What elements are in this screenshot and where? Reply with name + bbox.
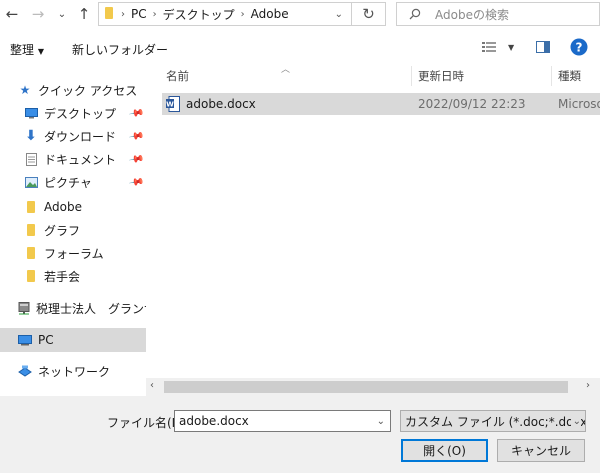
nav-item-young-members[interactable]: 若手会	[0, 265, 146, 287]
nav-item-graph[interactable]: グラフ	[0, 219, 146, 241]
folder-icon	[24, 200, 38, 214]
refresh-button[interactable]: ↻	[352, 2, 386, 26]
help-button[interactable]: ?	[570, 38, 588, 56]
details-view-icon	[482, 41, 496, 53]
file-date: 2022/09/12 22:23	[418, 97, 526, 111]
horizontal-scrollbar[interactable]: ‹ ›	[146, 378, 600, 396]
word-document-icon: W	[166, 96, 180, 112]
nav-item-documents[interactable]: ドキュメント 📌	[0, 148, 146, 170]
pin-icon[interactable]: 📌	[128, 128, 145, 144]
caret-down-icon: ▼	[37, 47, 44, 56]
column-header-type[interactable]: 種類	[558, 64, 581, 88]
network-drive-icon	[18, 301, 30, 315]
chevron-right-icon: ›	[152, 8, 157, 20]
organize-button[interactable]: 整理 ▼	[10, 41, 44, 58]
scroll-right-icon[interactable]: ›	[586, 380, 590, 391]
folder-icon	[24, 246, 38, 260]
folder-icon	[24, 223, 38, 237]
help-icon: ?	[570, 38, 588, 56]
breadcrumb-desktop[interactable]: デスクトップ	[159, 6, 239, 23]
nav-item-pictures[interactable]: ピクチャ 📌	[0, 171, 146, 193]
command-bar: 整理 ▼ 新しいフォルダー ▼ ?	[0, 32, 600, 64]
address-bar[interactable]: › PC › デスクトップ › Adobe ⌄	[98, 2, 352, 26]
filename-input[interactable]: adobe.docx ⌄	[174, 410, 391, 432]
picture-icon	[24, 175, 38, 189]
navigation-pane: ★ クイック アクセス デスクトップ 📌 ⬇ ダウンロード 📌 ドキュメント 📌…	[0, 64, 146, 384]
address-dropdown-icon[interactable]: ⌄	[335, 9, 343, 20]
desktop-icon	[24, 106, 38, 120]
column-header-name[interactable]: 名前	[166, 64, 189, 88]
nav-item-downloads[interactable]: ⬇ ダウンロード 📌	[0, 125, 146, 147]
arrow-up-icon: ↑	[77, 5, 91, 23]
file-list: ︿ 名前 更新日時 種類 W adobe.docx 2022/09/12 22:…	[146, 64, 600, 384]
cancel-button[interactable]: キャンセル	[497, 439, 585, 462]
scroll-left-icon[interactable]: ‹	[150, 380, 154, 391]
pin-icon[interactable]: 📌	[128, 174, 145, 190]
search-box[interactable]: Adobeの検索	[396, 2, 600, 26]
file-type: Microso	[558, 97, 600, 111]
chevron-down-icon: ⌄	[570, 415, 581, 427]
document-icon	[24, 152, 38, 166]
refresh-icon: ↻	[362, 5, 375, 23]
table-row[interactable]: W adobe.docx 2022/09/12 22:23 Microso	[162, 93, 600, 115]
scrollbar-thumb[interactable]	[164, 381, 568, 393]
folder-icon	[24, 269, 38, 283]
pin-icon[interactable]: 📌	[128, 151, 145, 167]
caret-down-icon: ▼	[508, 42, 515, 52]
folder-icon	[105, 6, 113, 22]
nav-item-pc[interactable]: PC	[0, 328, 146, 352]
nav-item-network-drive[interactable]: 税理士法人 グランサー	[0, 297, 146, 319]
column-divider	[411, 66, 412, 86]
svg-text:?: ?	[576, 41, 583, 55]
search-placeholder: Adobeの検索	[435, 7, 509, 22]
view-options-button[interactable]: ▼	[482, 41, 514, 53]
back-button[interactable]: ←	[0, 0, 24, 28]
chevron-down-icon[interactable]: ⌄	[377, 416, 385, 427]
chevron-right-icon: ›	[121, 8, 125, 20]
sort-indicator-icon: ︿	[281, 65, 291, 75]
breadcrumb-pc[interactable]: PC	[127, 7, 151, 21]
download-icon: ⬇	[25, 128, 37, 144]
file-type-select[interactable]: カスタム ファイル (*.doc;*.docx;*.rtf; ⌄	[400, 410, 586, 432]
pin-icon[interactable]: 📌	[128, 105, 145, 121]
chevron-right-icon: ›	[240, 8, 245, 20]
nav-quick-access[interactable]: ★ クイック アクセス	[0, 79, 146, 101]
nav-item-network[interactable]: ネットワーク	[0, 360, 146, 382]
nav-item-forum[interactable]: フォーラム	[0, 242, 146, 264]
chevron-down-icon: ⌄	[57, 8, 67, 20]
preview-pane-button[interactable]	[536, 41, 550, 53]
nav-item-adobe[interactable]: Adobe	[0, 196, 146, 218]
arrow-left-icon: ←	[5, 5, 19, 23]
recent-locations-button[interactable]: ⌄	[54, 0, 70, 28]
forward-button[interactable]: →	[26, 0, 50, 28]
search-icon	[409, 8, 421, 20]
up-button[interactable]: ↑	[74, 0, 94, 28]
network-icon	[18, 364, 32, 378]
nav-item-desktop[interactable]: デスクトップ 📌	[0, 102, 146, 124]
file-name: adobe.docx	[186, 97, 256, 111]
preview-pane-icon	[536, 41, 550, 53]
arrow-right-icon: →	[31, 5, 45, 23]
open-button[interactable]: 開く(O)	[401, 439, 488, 462]
breadcrumb-adobe[interactable]: Adobe	[247, 7, 293, 21]
svg-text:W: W	[166, 101, 174, 109]
column-divider	[551, 66, 552, 86]
dialog-footer: ファイル名(N): adobe.docx ⌄ カスタム ファイル (*.doc;…	[0, 396, 600, 473]
new-folder-button[interactable]: 新しいフォルダー	[72, 41, 168, 58]
pc-icon	[18, 333, 32, 347]
star-icon: ★	[19, 83, 31, 97]
column-header-date[interactable]: 更新日時	[418, 64, 464, 88]
